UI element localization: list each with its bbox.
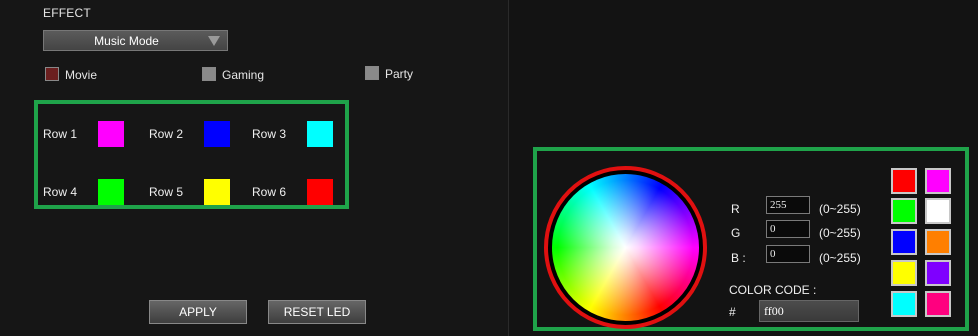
hash-label: #	[729, 305, 736, 319]
row-item: Row 4	[43, 179, 133, 205]
r-label: R	[731, 202, 740, 216]
g-range: (0~255)	[819, 226, 861, 240]
row-label: Row 2	[149, 127, 184, 141]
row-label: Row 5	[149, 185, 184, 199]
row-item: Row 6	[252, 179, 342, 205]
b-range: (0~255)	[819, 251, 861, 265]
chevron-down-icon	[208, 36, 220, 46]
effect-panel: EFFECT Music Mode Movie Gaming Party Row…	[0, 0, 508, 336]
checkbox-box[interactable]	[365, 66, 379, 80]
b-input[interactable]: 0	[766, 245, 810, 263]
row-label: Row 6	[252, 185, 287, 199]
preset-color-swatch[interactable]	[925, 198, 951, 224]
row-color-swatch[interactable]	[98, 121, 124, 147]
row-item: Row 3	[252, 121, 342, 147]
preset-color-swatch[interactable]	[891, 198, 917, 224]
mode-checkbox-gaming[interactable]: Gaming	[202, 67, 292, 83]
mode-label: Party	[385, 67, 414, 81]
row-label: Row 1	[43, 127, 78, 141]
row-item: Row 1	[43, 121, 133, 147]
row-color-swatch[interactable]	[204, 179, 230, 205]
reset-led-button[interactable]: RESET LED	[268, 300, 366, 324]
effect-label: EFFECT	[43, 6, 91, 20]
r-input[interactable]: 255	[766, 196, 810, 214]
row-label: Row 3	[252, 127, 287, 141]
effect-dropdown[interactable]: Music Mode	[43, 30, 228, 51]
color-code-label: COLOR CODE :	[729, 283, 817, 297]
preset-color-swatch[interactable]	[925, 260, 951, 286]
apply-button[interactable]: APPLY	[149, 300, 247, 324]
checkbox-box[interactable]	[45, 67, 59, 81]
mode-checkbox-party[interactable]: Party	[365, 66, 445, 82]
mode-label: Gaming	[222, 68, 265, 82]
row-color-swatch[interactable]	[307, 179, 333, 205]
r-range: (0~255)	[819, 202, 861, 216]
preset-color-swatch[interactable]	[891, 229, 917, 255]
b-label: B :	[731, 251, 746, 265]
g-input[interactable]: 0	[766, 220, 810, 238]
led-settings-window: EFFECT Music Mode Movie Gaming Party Row…	[0, 0, 978, 336]
preset-color-swatch[interactable]	[891, 291, 917, 317]
color-wheel[interactable]	[552, 174, 699, 321]
effect-dropdown-value: Music Mode	[94, 34, 159, 48]
color-code-input[interactable]: ff00	[759, 300, 859, 322]
row-item: Row 2	[149, 121, 239, 147]
row-color-swatch[interactable]	[204, 121, 230, 147]
row-color-swatch[interactable]	[98, 179, 124, 205]
preset-color-swatch[interactable]	[925, 229, 951, 255]
preset-color-swatch[interactable]	[925, 168, 951, 194]
checkbox-box[interactable]	[202, 67, 216, 81]
row-item: Row 5	[149, 179, 239, 205]
preset-color-swatch[interactable]	[925, 291, 951, 317]
preset-color-swatch[interactable]	[891, 260, 917, 286]
row-label: Row 4	[43, 185, 78, 199]
preset-color-swatch[interactable]	[891, 168, 917, 194]
g-label: G	[731, 226, 741, 240]
row-color-swatch[interactable]	[307, 121, 333, 147]
mode-checkbox-movie[interactable]: Movie	[45, 67, 125, 83]
mode-label: Movie	[65, 68, 98, 82]
